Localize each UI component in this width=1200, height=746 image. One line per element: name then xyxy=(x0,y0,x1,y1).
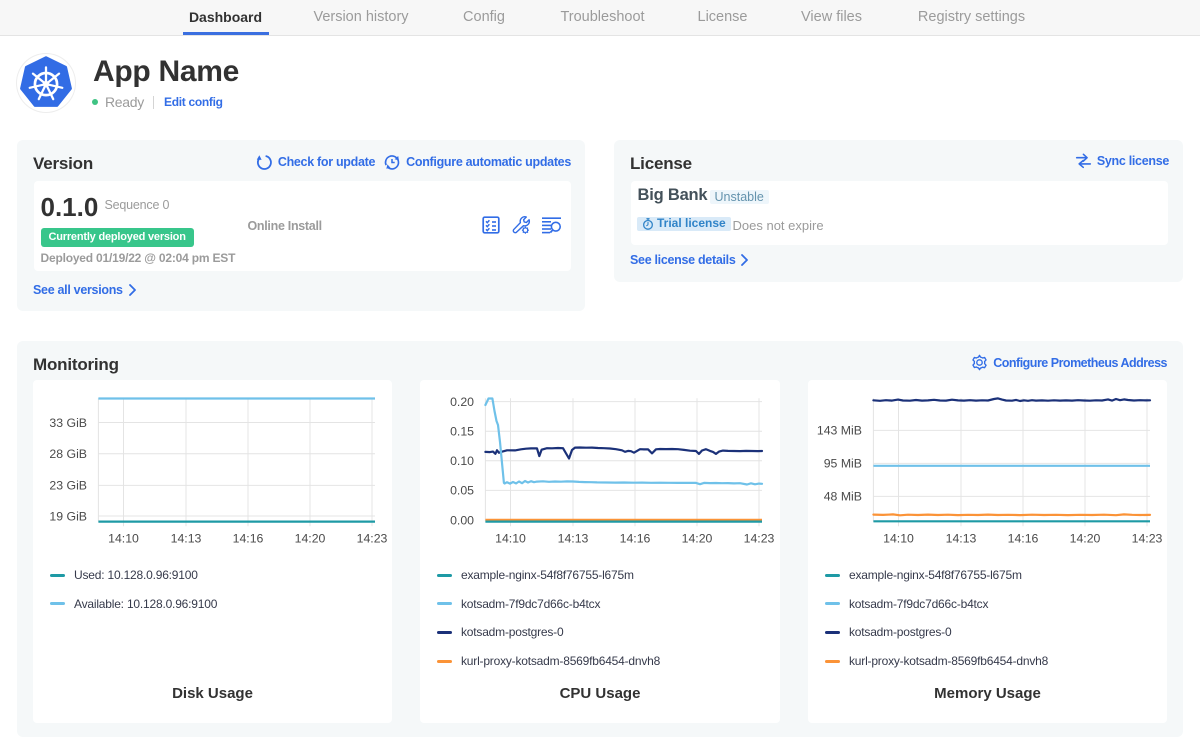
svg-text:28 GiB: 28 GiB xyxy=(49,447,87,461)
svg-text:95 MiB: 95 MiB xyxy=(824,457,862,471)
svg-text:14:23: 14:23 xyxy=(357,532,388,546)
svg-text:14:23: 14:23 xyxy=(1132,532,1163,546)
svg-text:14:20: 14:20 xyxy=(295,532,326,546)
svg-text:14:20: 14:20 xyxy=(682,532,713,546)
svg-text:143 MiB: 143 MiB xyxy=(817,424,862,438)
svg-text:23 GiB: 23 GiB xyxy=(49,479,87,493)
svg-text:0.10: 0.10 xyxy=(450,454,474,468)
svg-text:48 MiB: 48 MiB xyxy=(824,490,862,504)
svg-text:33 GiB: 33 GiB xyxy=(49,416,87,430)
svg-text:19 GiB: 19 GiB xyxy=(49,509,87,523)
svg-text:14:10: 14:10 xyxy=(108,532,139,546)
svg-text:14:13: 14:13 xyxy=(558,532,589,546)
svg-text:14:13: 14:13 xyxy=(946,532,977,546)
svg-text:0.20: 0.20 xyxy=(450,395,474,409)
svg-text:14:13: 14:13 xyxy=(171,532,202,546)
svg-text:14:16: 14:16 xyxy=(1008,532,1039,546)
svg-text:0.05: 0.05 xyxy=(450,484,474,498)
svg-text:14:20: 14:20 xyxy=(1070,532,1101,546)
svg-text:0.00: 0.00 xyxy=(450,513,474,527)
svg-text:0.15: 0.15 xyxy=(450,425,474,439)
svg-text:14:16: 14:16 xyxy=(620,532,651,546)
svg-text:14:16: 14:16 xyxy=(233,532,264,546)
svg-text:14:23: 14:23 xyxy=(744,532,775,546)
svg-text:14:10: 14:10 xyxy=(883,532,914,546)
svg-text:14:10: 14:10 xyxy=(495,532,526,546)
